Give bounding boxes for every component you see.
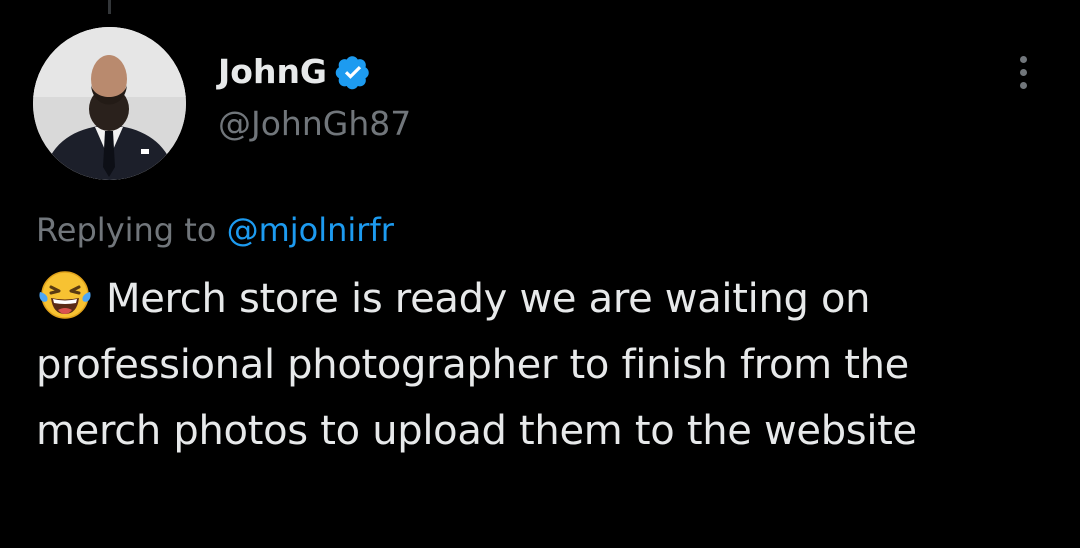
- avatar[interactable]: [33, 27, 186, 180]
- more-dot: [1019, 81, 1027, 89]
- face-with-tears-of-joy-icon: [36, 268, 94, 320]
- more-options-icon[interactable]: [1008, 52, 1038, 92]
- replying-to-line: Replying to @mjolnirfr: [36, 208, 394, 252]
- thread-connector-line: [108, 0, 111, 14]
- author-display-name[interactable]: JohnG: [218, 50, 327, 94]
- author-handle[interactable]: @JohnGh87: [218, 102, 411, 146]
- replying-to-label: Replying to: [36, 211, 217, 249]
- replying-to-mention-link[interactable]: @mjolnirfr: [227, 211, 394, 249]
- verified-badge-icon: [335, 54, 371, 90]
- more-dot: [1019, 68, 1027, 76]
- tweet-author: JohnG @JohnGh87: [218, 50, 411, 146]
- author-name-row: JohnG: [218, 50, 411, 94]
- tweet-text: Merch store is ready we are waiting on p…: [36, 276, 917, 454]
- tweet-body: Merch store is ready we are waiting on p…: [36, 266, 1046, 464]
- avatar-photo: [33, 27, 186, 180]
- more-dot: [1019, 55, 1027, 63]
